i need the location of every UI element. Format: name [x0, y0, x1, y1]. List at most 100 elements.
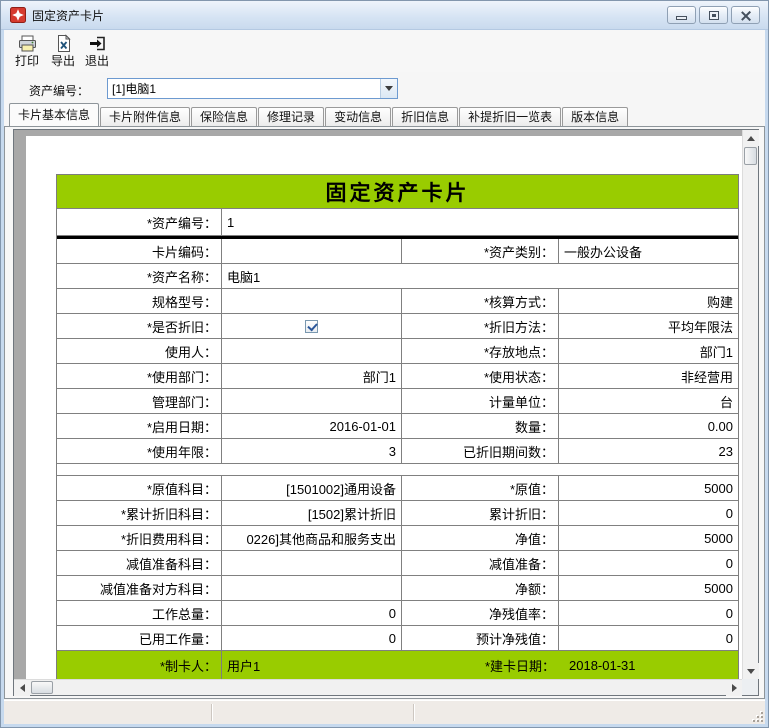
export-button[interactable]: 导出 [46, 33, 80, 71]
card-row: 使用人： *存放地点：部门1 [57, 339, 738, 364]
toolbar: 打印 导出 [4, 30, 765, 72]
minimize-button[interactable] [667, 6, 696, 24]
card-maker-value: 用户1 [222, 651, 402, 679]
field-label: 卡片编码： [57, 239, 222, 264]
statusbar-divider [211, 704, 212, 721]
card-banner-row: 固定资产卡片 [57, 175, 738, 209]
field-label: 管理部门： [57, 389, 222, 414]
export-document-icon [53, 33, 74, 54]
field-label: 已用工作量： [57, 626, 222, 651]
field-value: 5000 [559, 576, 738, 601]
field-value [222, 576, 402, 601]
vertical-scrollbar[interactable] [742, 130, 758, 679]
asset-number-value: [1]电脑1 [108, 80, 380, 97]
field-value: 部门1 [559, 339, 738, 364]
resize-grip-icon[interactable] [751, 710, 763, 722]
field-label: 减值准备： [402, 551, 559, 576]
card-date-value: 2018-01-31 [559, 651, 738, 679]
field-label: 工作总量： [57, 601, 222, 626]
field-label: *存放地点： [402, 339, 559, 364]
depreciate-checkbox[interactable] [305, 320, 318, 333]
printer-icon [17, 33, 38, 54]
card-row: *使用年限：3已折旧期间数：23 [57, 439, 738, 464]
field-label: *资产名称： [57, 264, 222, 289]
tab-card-attachment-info[interactable]: 卡片附件信息 [100, 107, 190, 126]
titlebar[interactable]: 固定资产卡片 [1, 1, 768, 30]
card-row: *资产编号：1 [57, 209, 738, 239]
field-value: 电脑1 [222, 264, 738, 289]
export-label: 导出 [51, 54, 75, 68]
scroll-down-button[interactable] [743, 663, 759, 679]
field-value: 购建 [559, 289, 738, 314]
card-page: 固定资产卡片*资产编号：1卡片编码：*资产类别：一般办公设备*资产名称：电脑1规… [26, 136, 742, 679]
scroll-up-button[interactable] [743, 130, 759, 146]
client-area: 打印 导出 [4, 30, 765, 724]
field-label: *折旧费用科目： [57, 526, 222, 551]
field-value: 0 [222, 601, 402, 626]
print-button[interactable]: 打印 [10, 33, 44, 71]
field-label: 减值准备科目： [57, 551, 222, 576]
card-row: 减值准备对方科目：净额：5000 [57, 576, 738, 601]
print-label: 打印 [15, 54, 39, 68]
combobox-dropdown-button[interactable] [380, 79, 397, 98]
horizontal-scrollbar[interactable] [14, 679, 742, 695]
field-value [222, 239, 402, 264]
field-label: 净值： [402, 526, 559, 551]
exit-label: 退出 [85, 54, 109, 68]
maximize-button[interactable] [699, 6, 728, 24]
field-label: 累计折旧： [402, 501, 559, 526]
card-footer-row: *制卡人：用户1*建卡日期：2018-01-31 [57, 651, 738, 679]
field-label: 使用人： [57, 339, 222, 364]
field-value: 0 [559, 626, 738, 651]
field-value [222, 289, 402, 314]
field-label: *累计折旧科目： [57, 501, 222, 526]
tab-repair-records[interactable]: 修理记录 [258, 107, 324, 126]
card-row: *累计折旧科目：[1502]累计折旧累计折旧：0 [57, 501, 738, 526]
app-logo-icon [10, 7, 26, 23]
exit-arrow-icon [87, 33, 108, 54]
scroll-right-button[interactable] [726, 680, 742, 696]
close-icon [740, 10, 751, 21]
field-label: *使用状态： [402, 364, 559, 389]
app-window: 固定资产卡片 打印 [0, 0, 769, 728]
field-value: 台 [559, 389, 738, 414]
scrollbar-corner [742, 679, 758, 695]
field-label: *启用日期： [57, 414, 222, 439]
field-label: *折旧方法： [402, 314, 559, 339]
field-label: 净残值率： [402, 601, 559, 626]
field-label: 规格型号： [57, 289, 222, 314]
card-title: 固定资产卡片 [57, 175, 738, 209]
field-label: *使用部门： [57, 364, 222, 389]
field-value [222, 314, 402, 339]
field-value: 非经营用 [559, 364, 738, 389]
tab-supplementary-depreciation-list[interactable]: 补提折旧一览表 [459, 107, 561, 126]
card-row: 管理部门：计量单位：台 [57, 389, 738, 414]
tab-insurance-info[interactable]: 保险信息 [191, 107, 257, 126]
asset-number-combobox[interactable]: [1]电脑1 [107, 78, 398, 99]
status-bar [4, 700, 765, 724]
window-title: 固定资产卡片 [32, 7, 104, 24]
exit-button[interactable]: 退出 [80, 33, 114, 71]
tab-version-info[interactable]: 版本信息 [562, 107, 628, 126]
field-value [222, 339, 402, 364]
field-label: *原值： [402, 476, 559, 501]
field-value: 5000 [559, 526, 738, 551]
preview-viewport: 固定资产卡片*资产编号：1卡片编码：*资产类别：一般办公设备*资产名称：电脑1规… [14, 130, 742, 679]
vertical-scroll-thumb[interactable] [744, 147, 757, 165]
field-label: *使用年限： [57, 439, 222, 464]
field-value: 23 [559, 439, 738, 464]
field-value [222, 389, 402, 414]
horizontal-scroll-thumb[interactable] [31, 681, 53, 694]
preview-panel: 固定资产卡片*资产编号：1卡片编码：*资产类别：一般办公设备*资产名称：电脑1规… [13, 129, 759, 696]
tab-change-info[interactable]: 变动信息 [325, 107, 391, 126]
tab-depreciation-info[interactable]: 折旧信息 [392, 107, 458, 126]
card-row: *启用日期：2016-01-01数量：0.00 [57, 414, 738, 439]
field-label: 已折旧期间数： [402, 439, 559, 464]
close-button[interactable] [731, 6, 760, 24]
scroll-left-button[interactable] [14, 680, 30, 696]
card-date-label: *建卡日期： [402, 651, 559, 679]
field-label: *是否折旧： [57, 314, 222, 339]
field-value: 1 [222, 209, 738, 236]
field-label: 减值准备对方科目： [57, 576, 222, 601]
tab-card-basic-info[interactable]: 卡片基本信息 [9, 103, 99, 126]
